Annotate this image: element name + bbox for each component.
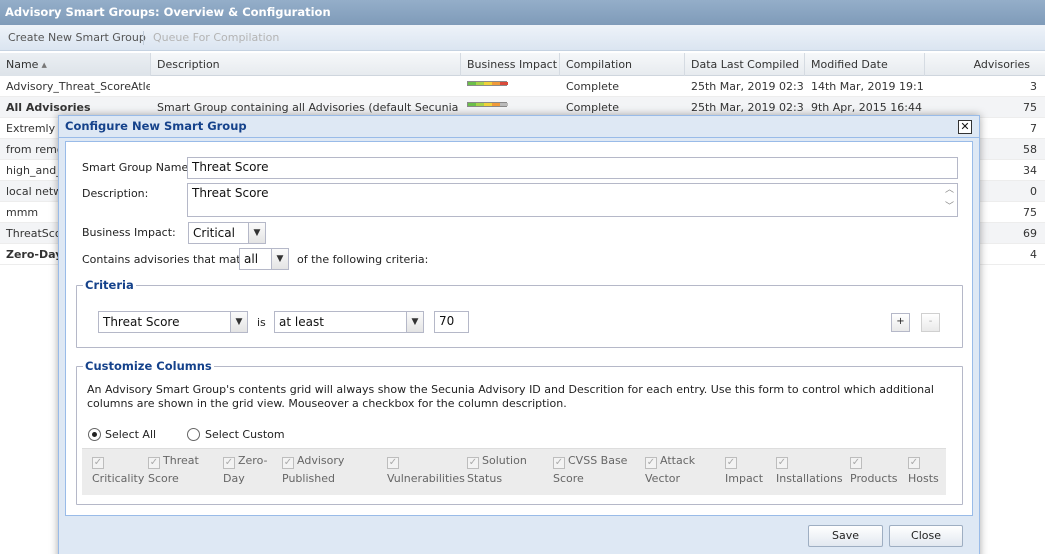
table-row[interactable]: Advisory_Threat_ScoreAtle... Complete 25… bbox=[0, 76, 1045, 97]
impact-meter-icon bbox=[467, 81, 508, 86]
column-header-modified-date[interactable]: Modified Date bbox=[805, 53, 925, 76]
column-header-name[interactable]: Name ▲ bbox=[0, 53, 151, 76]
select-custom-radio[interactable] bbox=[187, 428, 200, 441]
window-title: Advisory Smart Groups: Overview & Config… bbox=[0, 0, 1045, 25]
row-compilation: Complete bbox=[566, 80, 620, 93]
close-icon[interactable]: ✕ bbox=[958, 120, 972, 134]
queue-compilation-button[interactable]: Queue For Compilation bbox=[153, 25, 279, 51]
customize-columns-legend: Customize Columns bbox=[85, 359, 212, 373]
checkbox-checked-icon[interactable]: ✓ bbox=[148, 457, 160, 469]
close-button[interactable]: Close bbox=[889, 525, 963, 547]
add-criteria-button[interactable]: + bbox=[891, 313, 910, 332]
column-option-impact[interactable]: ✓ Impact bbox=[725, 452, 763, 488]
column-option-hosts[interactable]: ✓ Hosts bbox=[908, 452, 939, 488]
column-checkbox-group: ✓ Criticality ✓ Threat Score ✓ Zero- Day ✓ Adv… bbox=[82, 448, 946, 495]
dialog-title: Configure New Smart Group bbox=[59, 116, 979, 138]
column-option-solution-status[interactable]: ✓ Solution Status bbox=[467, 452, 527, 488]
checkbox-checked-icon[interactable]: ✓ bbox=[387, 457, 399, 469]
toolbar-separator bbox=[143, 31, 144, 45]
dialog-body: Smart Group Name: Threat Score Descripti… bbox=[65, 141, 973, 516]
checkbox-checked-icon[interactable]: ✓ bbox=[645, 457, 657, 469]
impact-meter-icon bbox=[467, 102, 508, 107]
chevron-down-icon[interactable]: ▼ bbox=[248, 223, 265, 243]
row-description bbox=[151, 76, 460, 97]
description-text: Threat Score bbox=[192, 186, 269, 200]
grid-header: Name ▲ Description Business Impact Compil… bbox=[0, 53, 1045, 76]
select-custom-label: Select Custom bbox=[205, 428, 285, 441]
column-option-vulnerabilities[interactable]: ✓ Vulnerabilities bbox=[387, 452, 465, 488]
select-all-label: Select All bbox=[105, 428, 157, 441]
criteria-legend: Criteria bbox=[85, 278, 134, 292]
column-option-zero-day[interactable]: ✓ Zero- Day bbox=[223, 452, 268, 488]
chevron-down-icon[interactable]: ▼ bbox=[271, 249, 288, 269]
match-prefix-label: Contains advisories that match bbox=[82, 253, 254, 266]
checkbox-checked-icon[interactable]: ✓ bbox=[908, 457, 920, 469]
criteria-value-input[interactable]: 70 bbox=[434, 311, 469, 333]
checkbox-checked-icon[interactable]: ✓ bbox=[92, 457, 104, 469]
select-all-radio[interactable] bbox=[88, 428, 101, 441]
smart-group-name-input[interactable]: Threat Score bbox=[187, 157, 958, 179]
customize-columns-description: An Advisory Smart Group's contents grid … bbox=[87, 383, 934, 410]
description-textarea[interactable]: Threat Score ︿ ﹀ bbox=[187, 183, 958, 217]
description-label: Description: bbox=[82, 187, 149, 200]
checkbox-checked-icon[interactable]: ✓ bbox=[553, 457, 565, 469]
column-option-cvss-base-score[interactable]: ✓ CVSS Base Score bbox=[553, 452, 627, 488]
business-impact-select[interactable]: Critical ▼ bbox=[188, 222, 266, 244]
column-option-products[interactable]: ✓ Products bbox=[850, 452, 898, 488]
save-button[interactable]: Save bbox=[808, 525, 883, 547]
scroll-down-icon[interactable]: ﹀ bbox=[945, 202, 954, 212]
column-option-threat-score[interactable]: ✓ Threat Score bbox=[148, 452, 199, 488]
remove-criteria-button[interactable]: - bbox=[921, 313, 940, 332]
match-suffix-label: of the following criteria: bbox=[297, 253, 429, 266]
column-header-advisories[interactable]: Advisories bbox=[925, 53, 1045, 76]
column-option-installations[interactable]: ✓ Installations bbox=[776, 452, 843, 488]
sort-asc-icon: ▲ bbox=[41, 61, 47, 69]
criteria-field-select[interactable]: Threat Score ▼ bbox=[98, 311, 248, 333]
scroll-up-icon[interactable]: ︿ bbox=[945, 185, 954, 195]
toolbar: Create New Smart Group Queue For Compila… bbox=[0, 25, 1045, 51]
checkbox-checked-icon[interactable]: ✓ bbox=[725, 457, 737, 469]
row-compiled-date: 25th Mar, 2019 02:35 bbox=[691, 80, 804, 93]
column-option-attack-vector[interactable]: ✓ Attack Vector bbox=[645, 452, 695, 488]
business-impact-bar bbox=[461, 76, 559, 97]
criteria-is-label: is bbox=[257, 316, 266, 329]
checkbox-checked-icon[interactable]: ✓ bbox=[223, 457, 235, 469]
checkbox-checked-icon[interactable]: ✓ bbox=[282, 457, 294, 469]
column-header-business-impact[interactable]: Business Impact bbox=[461, 53, 560, 76]
configure-smart-group-dialog: Configure New Smart Group ✕ Smart Group … bbox=[58, 115, 980, 554]
match-mode-select[interactable]: all ▼ bbox=[239, 248, 289, 270]
row-modified-date: 14th Mar, 2019 19:18 bbox=[811, 80, 924, 93]
checkbox-checked-icon[interactable]: ✓ bbox=[850, 457, 862, 469]
criteria-operator-select[interactable]: at least ▼ bbox=[274, 311, 424, 333]
business-impact-label: Business Impact: bbox=[82, 226, 176, 239]
row-advisories: 3 bbox=[1030, 80, 1037, 93]
row-name: Advisory_Threat_ScoreAtle... bbox=[6, 80, 150, 93]
column-header-description[interactable]: Description bbox=[151, 53, 461, 76]
create-smart-group-button[interactable]: Create New Smart Group bbox=[8, 25, 146, 51]
column-option-criticality[interactable]: ✓ Criticality bbox=[92, 452, 144, 488]
column-header-compilation[interactable]: Compilation bbox=[560, 53, 685, 76]
chevron-down-icon[interactable]: ▼ bbox=[230, 312, 247, 332]
checkbox-checked-icon[interactable]: ✓ bbox=[467, 457, 479, 469]
chevron-down-icon[interactable]: ▼ bbox=[406, 312, 423, 332]
column-option-advisory-published[interactable]: ✓ Advisory Published bbox=[282, 452, 344, 488]
column-header-data-last-compiled[interactable]: Data Last Compiled bbox=[685, 53, 805, 76]
smart-group-name-label: Smart Group Name: bbox=[82, 161, 192, 174]
checkbox-checked-icon[interactable]: ✓ bbox=[776, 457, 788, 469]
